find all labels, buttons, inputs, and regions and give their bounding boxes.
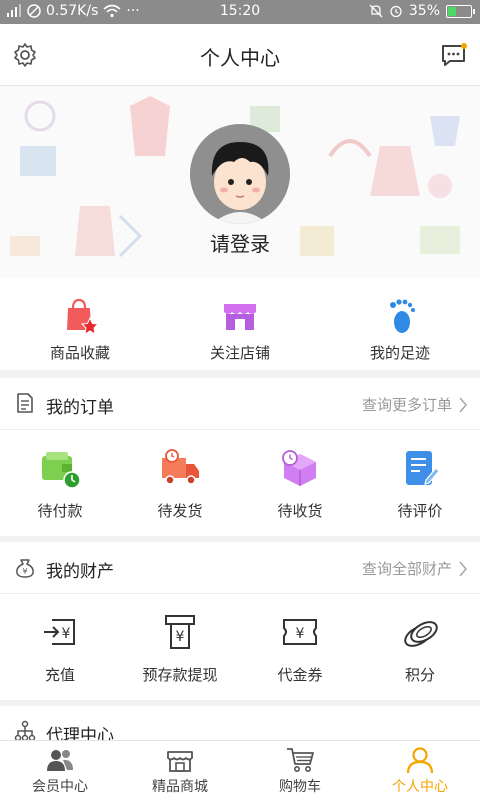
- svg-text:¥: ¥: [62, 626, 71, 642]
- assets-section: ¥ 我的财产 查询全部财产 ¥ 充值 ¥ 预存款提现 ¥ 代金券 积分: [0, 542, 480, 700]
- bottom-tab-bar: 会员中心 精品商城 购物车 个人中心: [0, 740, 480, 800]
- org-chart-icon: [14, 720, 36, 742]
- avatar-face-icon: [190, 124, 290, 224]
- order-item-label: 待评价: [397, 502, 443, 520]
- message-icon[interactable]: [440, 42, 468, 68]
- orders-title: 我的订单: [46, 398, 114, 418]
- shop-icon: [167, 751, 193, 772]
- tab-label: 个人中心: [392, 779, 448, 795]
- quick-link-followed-stores[interactable]: 关注店铺: [160, 278, 320, 370]
- svg-text:¥: ¥: [176, 629, 185, 645]
- document-icon: [17, 393, 33, 413]
- quick-link-label: 关注店铺: [209, 344, 270, 362]
- asset-coupon[interactable]: ¥ 代金券: [240, 594, 360, 700]
- asset-item-label: 充值: [44, 666, 75, 684]
- order-pending-review[interactable]: 待评价: [360, 430, 480, 536]
- orders-more-label: 查询更多订单: [361, 396, 452, 414]
- status-bar: 0.57K/s ··· 15:20 35%: [0, 0, 480, 24]
- asset-points[interactable]: 积分: [360, 594, 480, 700]
- page-title: 个人中心: [200, 46, 280, 70]
- cart-icon: [287, 748, 314, 772]
- withdraw-icon: ¥: [165, 615, 195, 649]
- assets-grid: ¥ 充值 ¥ 预存款提现 ¥ 代金券 积分: [0, 594, 480, 700]
- app-header: 个人中心: [0, 24, 480, 86]
- tab-label: 购物车: [279, 779, 321, 795]
- points-icon: [404, 621, 438, 647]
- avatar[interactable]: [190, 124, 290, 224]
- order-pending-payment[interactable]: 待付款: [0, 430, 120, 536]
- review-icon: [406, 451, 440, 485]
- orders-header: 我的订单 查询更多订单: [0, 378, 480, 430]
- tab-cart[interactable]: 购物车: [240, 741, 360, 800]
- asset-item-label: 代金券: [277, 666, 323, 684]
- order-item-label: 待收货: [277, 502, 323, 520]
- recharge-icon: ¥: [44, 619, 75, 645]
- quick-link-favorites[interactable]: 商品收藏: [0, 278, 160, 370]
- box-icon: [282, 450, 316, 486]
- svg-text:¥: ¥: [22, 567, 27, 576]
- mute-bell-icon: [369, 4, 383, 18]
- quick-link-label: 商品收藏: [49, 344, 110, 362]
- coupon-icon: ¥: [283, 619, 317, 645]
- tab-members[interactable]: 会员中心: [0, 741, 120, 800]
- battery-icon: [446, 4, 475, 18]
- battery-percent: 35%: [408, 3, 440, 19]
- quick-link-footprint[interactable]: 我的足迹: [320, 278, 480, 370]
- status-right: 35%: [369, 3, 475, 19]
- svg-text:¥: ¥: [296, 626, 305, 642]
- store-icon: [224, 304, 256, 330]
- tab-label: 精品商城: [152, 779, 208, 795]
- quick-link-label: 我的足迹: [369, 344, 430, 362]
- battery-fill: [448, 6, 457, 16]
- money-bag-icon: ¥: [16, 559, 34, 578]
- chevron-right-icon: [459, 560, 468, 577]
- order-item-label: 待发货: [157, 502, 203, 520]
- order-pending-receipt[interactable]: 待收货: [240, 430, 360, 536]
- person-icon: [406, 747, 434, 774]
- assets-more-link[interactable]: 查询全部财产: [362, 558, 468, 579]
- truck-icon: [162, 449, 199, 485]
- chevron-right-icon: [459, 396, 468, 413]
- assets-header: ¥ 我的财产 查询全部财产: [0, 542, 480, 594]
- assets-title: 我的财产: [46, 562, 114, 582]
- asset-recharge[interactable]: ¥ 充值: [0, 594, 120, 700]
- tab-label: 会员中心: [32, 779, 88, 795]
- wallet-icon: [42, 452, 81, 489]
- orders-grid: 待付款 待发货 待收货 待评价: [0, 430, 480, 536]
- orders-section: 我的订单 查询更多订单 待付款 待发货 待收货 待评价: [0, 378, 480, 536]
- asset-withdraw[interactable]: ¥ 预存款提现: [120, 594, 240, 700]
- assets-more-label: 查询全部财产: [361, 560, 452, 578]
- members-icon: [47, 750, 73, 771]
- order-item-label: 待付款: [37, 502, 83, 520]
- footprint-icon: [390, 299, 415, 333]
- orders-more-link[interactable]: 查询更多订单: [362, 394, 468, 415]
- asset-item-label: 积分: [404, 666, 435, 684]
- order-pending-shipment[interactable]: 待发货: [120, 430, 240, 536]
- bag-star-icon: [67, 298, 100, 335]
- alarm-icon: [390, 5, 402, 18]
- tab-personal-center[interactable]: 个人中心: [360, 741, 480, 800]
- tab-shop[interactable]: 精品商城: [120, 741, 240, 800]
- login-link[interactable]: 请登录: [0, 228, 480, 257]
- quick-links: 商品收藏 关注店铺 我的足迹: [0, 278, 480, 370]
- asset-item-label: 预存款提现: [142, 666, 218, 684]
